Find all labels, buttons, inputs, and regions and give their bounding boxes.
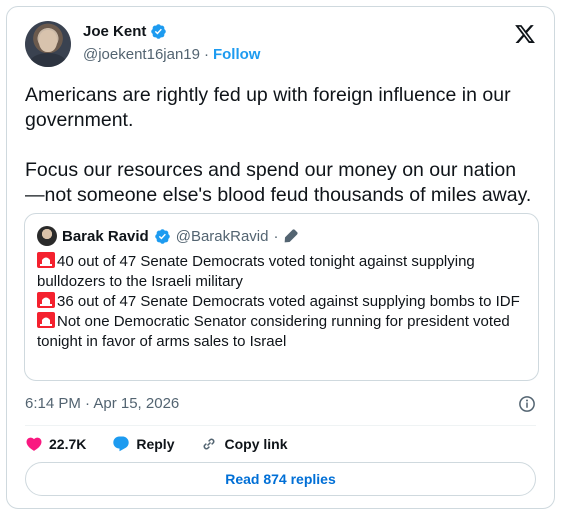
reply-bubble-icon (113, 436, 130, 452)
verified-badge-icon (154, 228, 170, 244)
author-handle-row: @joekent16jan19 · Follow (83, 46, 260, 63)
verified-badge-icon (151, 24, 167, 39)
author-name[interactable]: Joe Kent (83, 23, 146, 40)
quoted-author-name: Barak Ravid (62, 227, 149, 245)
like-button[interactable]: 22.7K (25, 435, 86, 453)
copy-link-label: Copy link (224, 436, 288, 452)
copy-link-button[interactable]: Copy link (200, 435, 288, 453)
quoted-tweet[interactable]: Barak Ravid @BarakRavid · 40 out of 47 S… (24, 213, 539, 381)
quoted-author-avatar (37, 226, 57, 246)
pencil-icon (285, 229, 299, 243)
author-avatar[interactable] (25, 21, 71, 67)
info-icon[interactable] (518, 395, 536, 413)
tweet-card: Joe Kent @joekent16jan19 · Follow Americ… (6, 6, 555, 509)
tweet-text: Americans are rightly fed up with foreig… (25, 84, 532, 206)
like-count: 22.7K (49, 436, 87, 452)
read-replies-button[interactable]: Read 874 replies (25, 462, 536, 496)
heart-icon (26, 437, 42, 451)
siren-icon (37, 312, 55, 328)
reply-label: Reply (136, 436, 175, 452)
siren-icon (37, 292, 55, 308)
author-handle[interactable]: @joekent16jan19 (83, 46, 200, 63)
quoted-tweet-header: Barak Ravid @BarakRavid · (37, 226, 299, 246)
quoted-tweet-text: 40 out of 47 Senate Democrats voted toni… (37, 252, 527, 352)
follow-button[interactable]: Follow (213, 46, 261, 63)
quoted-line: 40 out of 47 Senate Democrats voted toni… (37, 252, 475, 290)
quoted-author-handle: @BarakRavid (175, 227, 269, 245)
link-icon (204, 438, 215, 450)
separator-dot: · (203, 46, 209, 63)
tweet-header: Joe Kent @joekent16jan19 · Follow (25, 21, 536, 67)
x-logo-icon[interactable] (514, 23, 536, 45)
tweet-timestamp[interactable]: 6:14 PM · Apr 15, 2026 (25, 395, 179, 412)
author-name-row: Joe Kent (83, 23, 167, 40)
reply-button[interactable]: Reply (112, 435, 174, 453)
quoted-line: 36 out of 47 Senate Democrats voted agai… (37, 292, 527, 312)
divider (25, 425, 536, 426)
action-bar: 22.7K Reply Copy link (25, 435, 314, 453)
quoted-line: Not one Democratic Senator considering r… (37, 312, 510, 350)
siren-icon (37, 252, 55, 268)
separator-dot: · (273, 227, 279, 245)
